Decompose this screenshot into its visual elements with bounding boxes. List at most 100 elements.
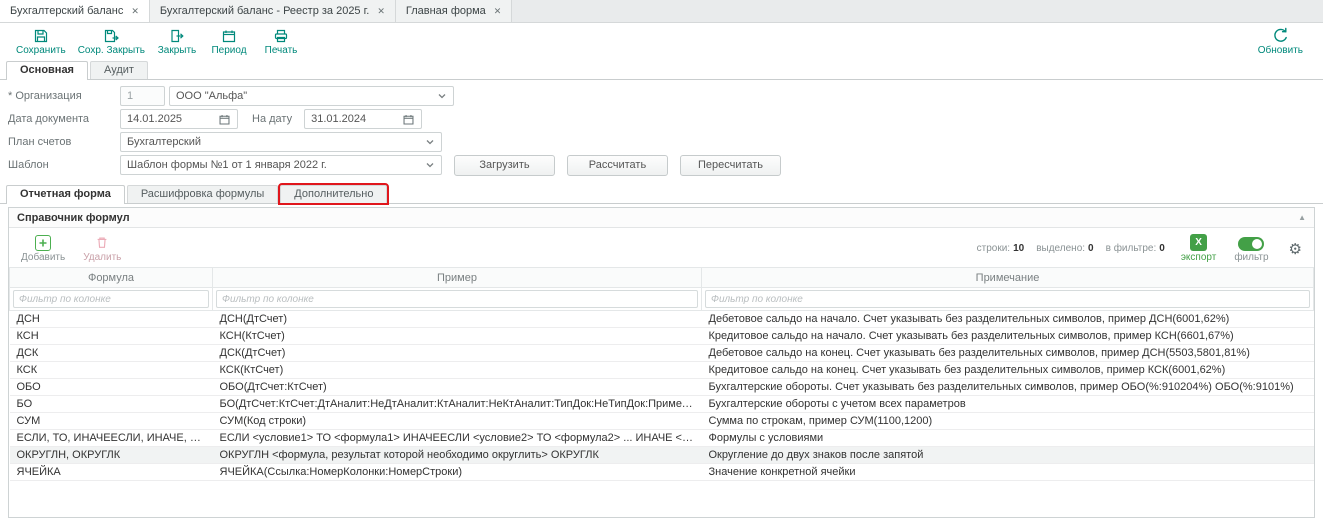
excel-export-button[interactable]: X экспорт bbox=[1181, 234, 1217, 263]
load-button[interactable]: Загрузить bbox=[454, 155, 555, 176]
save-close-button[interactable]: Сохр. Закрыть bbox=[72, 27, 151, 56]
table-row[interactable]: БО БО(ДтСчет:КтСчет:ДтАналит:НеДтАналит:… bbox=[10, 396, 1314, 413]
table-row[interactable]: ОБО ОБО(ДтСчет:КтСчет) Бухгалтерские обо… bbox=[10, 379, 1314, 396]
tab-close-icon[interactable]: ✕ bbox=[377, 6, 385, 17]
tab-main[interactable]: Основная bbox=[6, 61, 88, 80]
tab-formula-decode-label: Расшифровка формулы bbox=[141, 188, 264, 200]
add-button[interactable]: Добавить bbox=[21, 235, 65, 263]
recalculate-button[interactable]: Пересчитать bbox=[680, 155, 781, 176]
tab-main-label: Основная bbox=[20, 64, 74, 76]
table-header-row: Формула Пример Примечание bbox=[10, 268, 1314, 288]
formula-cell: ОБО bbox=[10, 379, 213, 396]
formula-table: Формула Пример Примечание ДСН ДСН(ДтСчет… bbox=[9, 267, 1314, 481]
refresh-icon bbox=[1272, 27, 1289, 44]
close-button[interactable]: Закрыть bbox=[151, 27, 203, 56]
delete-button[interactable]: Удалить bbox=[83, 235, 121, 263]
table-row[interactable]: ЯЧЕЙКА ЯЧЕЙКА(Ссылка:НомерКолонки:НомерС… bbox=[10, 464, 1314, 481]
table-row[interactable]: ДСК ДСК(ДтСчет) Дебетовое сальдо на коне… bbox=[10, 345, 1314, 362]
toggle-on-icon bbox=[1238, 237, 1264, 251]
column-header-formula[interactable]: Формула bbox=[10, 268, 213, 288]
filtered-count: в фильтре:0 bbox=[1106, 243, 1165, 254]
tab-close-icon[interactable]: ✕ bbox=[131, 6, 139, 17]
window-tab-balance[interactable]: Бухгалтерский баланс ✕ bbox=[0, 0, 150, 22]
template-label: Шаблон bbox=[8, 159, 120, 171]
table-row[interactable]: ОКРУГЛН, ОКРУГЛК ОКРУГЛН <формула, резул… bbox=[10, 447, 1314, 464]
filter-example-input[interactable] bbox=[216, 290, 698, 308]
filter-note-input[interactable] bbox=[705, 290, 1310, 308]
print-button-label: Печать bbox=[265, 45, 298, 56]
column-header-note[interactable]: Примечание bbox=[702, 268, 1314, 288]
formula-cell: ЕСЛИ, ТО, ИНАЧЕЕСЛИ, ИНАЧЕ, КОНЕЦ bbox=[10, 430, 213, 447]
formula-cell: КСК bbox=[10, 362, 213, 379]
delete-button-label: Удалить bbox=[83, 252, 121, 263]
organization-label: * Организация bbox=[8, 90, 120, 102]
example-cell: ЕСЛИ <условие1> ТО <формула1> ИНАЧЕЕСЛИ … bbox=[213, 430, 702, 447]
rows-count: строки:10 bbox=[977, 243, 1025, 254]
calendar-icon bbox=[221, 27, 237, 44]
grid-toolbar: Добавить Удалить строки:10 выделено:0 в … bbox=[9, 228, 1314, 267]
formula-cell: КСН bbox=[10, 328, 213, 345]
dates-row: Дата документа 14.01.2025 На дату 31.01.… bbox=[8, 109, 1323, 129]
formula-cell: ДСК bbox=[10, 345, 213, 362]
example-cell: КСН(КтСчет) bbox=[213, 328, 702, 345]
chevron-down-icon bbox=[425, 160, 435, 170]
excel-export-label: экспорт bbox=[1181, 252, 1217, 263]
table-row[interactable]: СУМ СУМ(Код строки) Сумма по строкам, пр… bbox=[10, 413, 1314, 430]
note-cell: Бухгалтерские обороты с учетом всех пара… bbox=[702, 396, 1314, 413]
on-date-field[interactable]: 31.01.2024 bbox=[304, 109, 422, 129]
chart-of-accounts-value: Бухгалтерский bbox=[127, 136, 201, 148]
calculate-button[interactable]: Рассчитать bbox=[567, 155, 668, 176]
organization-row: * Организация 1 ООО "Альфа" bbox=[8, 86, 1323, 106]
chart-of-accounts-label: План счетов bbox=[8, 136, 120, 148]
main-toolbar: Сохранить Сохр. Закрыть Закрыть bbox=[0, 23, 1323, 60]
chart-of-accounts-select[interactable]: Бухгалтерский bbox=[120, 132, 442, 152]
formula-cell: ДСН bbox=[10, 311, 213, 328]
excel-export-icon: X bbox=[1190, 234, 1207, 251]
save-button[interactable]: Сохранить bbox=[10, 27, 72, 56]
table-row[interactable]: ЕСЛИ, ТО, ИНАЧЕЕСЛИ, ИНАЧЕ, КОНЕЦ ЕСЛИ <… bbox=[10, 430, 1314, 447]
calendar-icon[interactable] bbox=[218, 113, 231, 126]
refresh-button[interactable]: Обновить bbox=[1252, 27, 1309, 56]
tab-audit[interactable]: Аудит bbox=[90, 61, 148, 79]
tab-additional[interactable]: Дополнительно bbox=[280, 185, 387, 203]
organization-select[interactable]: ООО "Альфа" bbox=[169, 86, 454, 106]
window-tab-main-form[interactable]: Главная форма ✕ bbox=[396, 0, 512, 22]
save-close-button-label: Сохр. Закрыть bbox=[78, 45, 145, 56]
formula-cell: ОКРУГЛН, ОКРУГЛК bbox=[10, 447, 213, 464]
panel-header: Справочник формул ▲ bbox=[9, 208, 1314, 228]
window-tab-label: Главная форма bbox=[406, 5, 486, 17]
table-row[interactable]: ДСН ДСН(ДтСчет) Дебетовое сальдо на нача… bbox=[10, 311, 1314, 328]
organization-code-field[interactable]: 1 bbox=[120, 86, 165, 106]
note-cell: Сумма по строкам, пример СУМ(1100,1200) bbox=[702, 413, 1314, 430]
note-cell: Дебетовое сальдо на начало. Счет указыва… bbox=[702, 311, 1314, 328]
gear-icon[interactable]: ⚙ bbox=[1289, 240, 1302, 258]
chevron-down-icon bbox=[425, 137, 435, 147]
tab-report-form[interactable]: Отчетная форма bbox=[6, 185, 125, 204]
tab-formula-decode[interactable]: Расшифровка формулы bbox=[127, 185, 278, 203]
calendar-icon[interactable] bbox=[402, 113, 415, 126]
table-row[interactable]: КСК КСК(КтСчет) Кредитовое сальдо на кон… bbox=[10, 362, 1314, 379]
formula-table-body: ДСН ДСН(ДтСчет) Дебетовое сальдо на нача… bbox=[10, 311, 1314, 481]
formula-cell: СУМ bbox=[10, 413, 213, 430]
filter-toggle[interactable]: фильтр bbox=[1234, 235, 1268, 263]
doc-date-field[interactable]: 14.01.2025 bbox=[120, 109, 238, 129]
note-cell: Бухгалтерские обороты. Счет указывать бе… bbox=[702, 379, 1314, 396]
table-row[interactable]: КСН КСН(КтСчет) Кредитовое сальдо на нач… bbox=[10, 328, 1314, 345]
print-button[interactable]: Печать bbox=[255, 27, 307, 56]
period-button[interactable]: Период bbox=[203, 27, 255, 56]
selected-count: выделено:0 bbox=[1036, 243, 1093, 254]
period-button-label: Период bbox=[211, 45, 246, 56]
filter-row bbox=[10, 288, 1314, 311]
formula-cell: БО bbox=[10, 396, 213, 413]
template-value: Шаблон формы №1 от 1 января 2022 г. bbox=[127, 159, 327, 171]
doc-date-value: 14.01.2025 bbox=[127, 113, 182, 125]
filter-formula-input[interactable] bbox=[13, 290, 209, 308]
column-header-example[interactable]: Пример bbox=[213, 268, 702, 288]
window-tab-registry[interactable]: Бухгалтерский баланс - Реестр за 2025 г.… bbox=[150, 0, 396, 22]
tab-close-icon[interactable]: ✕ bbox=[494, 6, 502, 17]
note-cell: Значение конкретной ячейки bbox=[702, 464, 1314, 481]
template-select[interactable]: Шаблон формы №1 от 1 января 2022 г. bbox=[120, 155, 442, 175]
collapse-icon[interactable]: ▲ bbox=[1298, 213, 1306, 222]
grid-stats: строки:10 выделено:0 в фильтре:0 bbox=[977, 243, 1165, 254]
chart-of-accounts-row: План счетов Бухгалтерский bbox=[8, 132, 1323, 152]
